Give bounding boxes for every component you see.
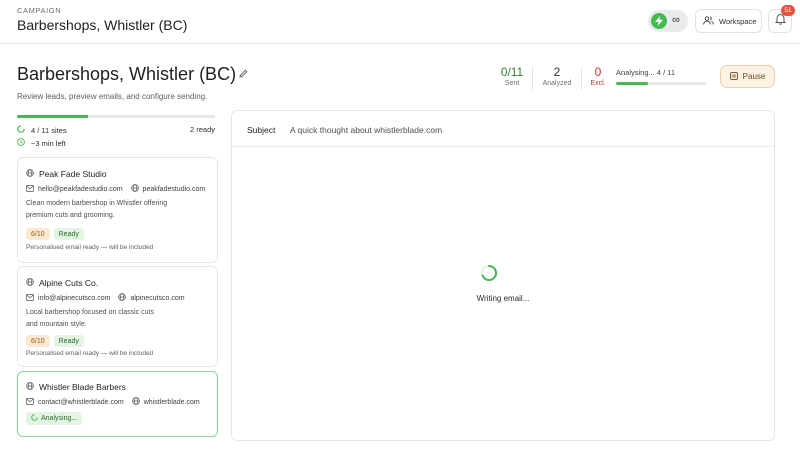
sites-progress-text: 4 / 11 sites xyxy=(31,125,67,135)
lead-tags: Analysing... xyxy=(26,412,83,425)
lead-email-text: contact@whistlerblade.com xyxy=(38,398,124,406)
lead-description-line: and mountain style. xyxy=(26,320,87,328)
analysing-progress-fill xyxy=(616,82,649,85)
workspace-button[interactable]: Workspace xyxy=(695,9,762,33)
lead-website[interactable]: peakfadestudio.com xyxy=(130,184,206,194)
mail-icon xyxy=(26,184,34,194)
lead-email-text: info@alpinecutsco.com xyxy=(38,294,111,302)
lead-email[interactable]: hello@peakfadestudio.com xyxy=(26,184,123,194)
workspace-label: Workspace xyxy=(719,16,757,26)
lead-website-text: alpinecutsco.com xyxy=(130,294,185,302)
mail-icon xyxy=(26,293,34,303)
pause-label: Pause xyxy=(742,72,766,81)
edit-title-button[interactable] xyxy=(235,66,251,82)
breadcrumb: CAMPAIGN xyxy=(17,6,62,15)
sites-progress-bar xyxy=(17,115,215,118)
subject-row: Subject A quick thought about whistlerbl… xyxy=(232,111,774,147)
lead-note: Personalised email ready — will be inclu… xyxy=(26,244,154,251)
globe-icon xyxy=(118,293,127,303)
lead-name: Peak Fade Studio xyxy=(39,169,107,179)
pause-icon xyxy=(729,71,738,82)
globe-icon xyxy=(26,382,34,392)
pencil-icon xyxy=(238,65,248,83)
writing-status: Writing email... xyxy=(476,294,530,303)
ready-count: 2 ready xyxy=(189,125,215,134)
lead-card[interactable]: Alpine Cuts Co. info@alpinecutsco.com al… xyxy=(17,266,218,367)
analysing-badge: Analysing... xyxy=(26,412,83,425)
analyzed-label: Analyzed xyxy=(542,80,572,87)
top-bar: CAMPAIGN Barbershops, Whistler (BC) ∞ Wo… xyxy=(0,0,800,44)
analysing-progress-bar xyxy=(616,82,706,85)
lead-header: Whistler Blade Barbers xyxy=(26,382,126,392)
lead-email[interactable]: contact@whistlerblade.com xyxy=(26,397,124,407)
divider xyxy=(532,66,533,90)
time-left-text: ~3 min left xyxy=(31,138,66,148)
mail-icon xyxy=(26,397,34,407)
lead-website[interactable]: whistlerblade.com xyxy=(131,397,200,407)
lead-tags: 6/10 Ready xyxy=(26,335,84,347)
spinner-icon xyxy=(31,414,38,423)
lead-description: Clean modern barbershop in Whistler offe… xyxy=(26,198,196,221)
globe-icon xyxy=(131,397,140,407)
score-badge: 6/10 xyxy=(26,228,50,240)
lead-header: Peak Fade Studio xyxy=(26,169,107,179)
users-icon xyxy=(703,15,714,27)
score-badge: 6/10 xyxy=(26,335,50,347)
globe-icon xyxy=(26,278,34,288)
top-title: Barbershops, Whistler (BC) xyxy=(17,17,188,33)
status-badge: Ready xyxy=(53,335,84,347)
lead-header: Alpine Cuts Co. xyxy=(26,278,98,288)
excluded-value: 0 xyxy=(594,65,602,79)
lead-website-text: whistlerblade.com xyxy=(143,398,200,406)
sent-label: Sent xyxy=(504,80,520,87)
excluded-label: Excl. xyxy=(590,80,606,87)
globe-icon xyxy=(26,169,34,179)
lead-card[interactable]: Peak Fade Studio hello@peakfadestudio.co… xyxy=(17,157,218,263)
loading-spinner-icon xyxy=(480,264,498,282)
lead-name: Whistler Blade Barbers xyxy=(39,382,126,392)
divider xyxy=(581,66,582,90)
lead-contacts: contact@whistlerblade.com whistlerblade.… xyxy=(26,397,200,407)
analyzed-stat: 2 Analyzed xyxy=(539,65,575,87)
sent-stat: 0/11 Sent xyxy=(497,65,527,87)
lead-tags: 6/10 Ready xyxy=(26,228,84,240)
status-badge: Ready xyxy=(53,228,84,240)
lead-name: Alpine Cuts Co. xyxy=(39,278,99,288)
lead-email[interactable]: info@alpinecutsco.com xyxy=(26,293,111,303)
bolt-icon xyxy=(651,13,667,29)
credits-toggle[interactable]: ∞ xyxy=(648,10,688,32)
lead-contacts: info@alpinecutsco.com alpinecutsco.com xyxy=(26,293,185,303)
excluded-stat: 0 Excl. xyxy=(586,65,610,87)
pause-button[interactable]: Pause xyxy=(720,65,775,88)
spinner-icon xyxy=(17,125,25,135)
subject-value: A quick thought about whistlerblade.com xyxy=(290,125,443,135)
lead-website[interactable]: alpinecutsco.com xyxy=(118,293,185,303)
sent-value: 0/11 xyxy=(500,65,524,79)
lead-description-line: Local barbershop focused on classic cuts xyxy=(26,309,155,316)
credits-value: ∞ xyxy=(672,14,680,26)
page-subtitle: Review leads, preview emails, and config… xyxy=(17,92,208,101)
sites-progress-fill xyxy=(17,115,89,118)
analysing-status: Analysing... 4 / 11 xyxy=(616,68,676,77)
subject-label: Subject xyxy=(247,125,276,135)
lead-description-line: premium cuts and grooming. xyxy=(26,211,115,219)
analyzed-value: 2 xyxy=(553,65,561,79)
time-left: ~3 min left xyxy=(17,138,66,148)
lead-email-text: hello@peakfadestudio.com xyxy=(38,185,123,193)
lead-description: Local barbershop focused on classic cuts… xyxy=(26,307,196,330)
globe-icon xyxy=(130,184,139,194)
clock-icon xyxy=(17,138,25,148)
lead-website-text: peakfadestudio.com xyxy=(142,185,206,193)
analysing-badge-text: Analysing... xyxy=(41,415,78,422)
notification-badge: 51 xyxy=(781,5,795,16)
lead-card-active[interactable]: Whistler Blade Barbers contact@whistlerb… xyxy=(17,371,218,437)
lead-description-line: Clean modern barbershop in Whistler offe… xyxy=(26,200,168,207)
page-title: Barbershops, Whistler (BC) xyxy=(17,64,237,84)
email-preview-panel: Subject A quick thought about whistlerbl… xyxy=(231,110,775,441)
lead-note: Personalised email ready — will be inclu… xyxy=(26,350,154,357)
lead-contacts: hello@peakfadestudio.com peakfadestudio.… xyxy=(26,184,205,194)
sites-progress-row: 4 / 11 sites 2 ready xyxy=(17,125,215,137)
